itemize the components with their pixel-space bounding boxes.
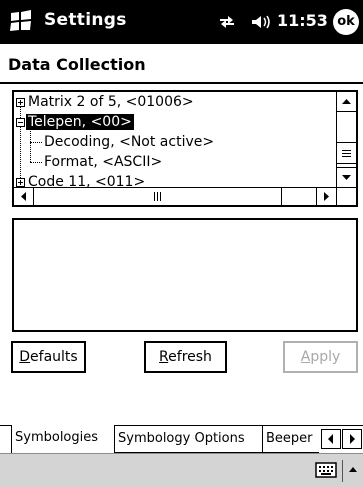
symbology-tree[interactable]: Matrix 2 of 5, <01006> Telepen, <00> Dec…	[12, 90, 358, 207]
tree-item-label: Telepen, <00>	[26, 114, 134, 130]
ok-button[interactable]: ok	[333, 9, 359, 35]
grip-icon	[154, 192, 161, 201]
keyboard-icon[interactable]	[315, 462, 337, 478]
scroll-left-button[interactable]	[14, 188, 34, 205]
refresh-button[interactable]: Refresh	[144, 341, 227, 373]
triangle-right-icon	[350, 434, 355, 444]
heading-divider	[0, 82, 363, 84]
tab-bar: Symbologies Symbology Options Beeper	[0, 425, 363, 453]
vertical-scrollbar[interactable]	[336, 92, 356, 187]
defaults-mnemonic: D	[19, 349, 31, 365]
tab-scroll-left-button[interactable]	[321, 429, 341, 449]
apply-mnemonic: A	[300, 349, 311, 365]
clock[interactable]: 11:53	[277, 11, 328, 30]
connectivity-icon[interactable]	[218, 14, 236, 30]
grip-line	[342, 156, 351, 157]
triangle-down-icon	[342, 175, 351, 180]
horizontal-scroll-thumb[interactable]	[34, 188, 282, 205]
defaults-button[interactable]: Defaults	[11, 341, 86, 373]
tree-rows: Matrix 2 of 5, <01006> Telepen, <00> Dec…	[14, 92, 336, 187]
tree-item-label: Matrix 2 of 5, <01006>	[28, 94, 194, 110]
scroll-up-button[interactable]	[337, 92, 356, 112]
refresh-mnemonic: R	[159, 349, 169, 365]
windows-start-icon[interactable]	[7, 9, 35, 35]
tree-item-decoding[interactable]: Decoding, <Not active>	[42, 132, 216, 152]
tree-item-label: Code 11, <011>	[28, 174, 146, 187]
expand-icon[interactable]	[16, 178, 25, 187]
tree-item-label: Format, <ASCII>	[44, 154, 163, 170]
tab-beeper[interactable]: Beeper	[263, 426, 319, 453]
command-bar-divider	[342, 460, 343, 482]
tree-connector	[30, 142, 42, 143]
tree-item-matrix-2-of-5[interactable]: Matrix 2 of 5, <01006>	[14, 92, 196, 112]
apply-button[interactable]: Apply	[283, 341, 358, 373]
tab-symbology-options[interactable]: Symbology Options	[115, 426, 263, 453]
triangle-right-icon	[324, 192, 329, 201]
grip-line	[342, 153, 351, 154]
horizontal-scrollbar[interactable]	[14, 187, 336, 205]
triangle-left-icon	[21, 192, 26, 201]
tab-scroll-right-button[interactable]	[342, 429, 362, 449]
refresh-label: efresh	[168, 349, 212, 365]
tree-connector	[30, 162, 42, 163]
scroll-thumb[interactable]	[337, 142, 356, 164]
expand-icon[interactable]	[16, 98, 25, 107]
tree-item-format[interactable]: Format, <ASCII>	[42, 152, 164, 172]
triangle-up-icon	[342, 99, 351, 104]
tree-item-label: Decoding, <Not active>	[44, 134, 215, 150]
page-title: Data Collection	[8, 55, 146, 74]
tree-item-code-11[interactable]: Code 11, <011>	[14, 172, 147, 187]
volume-icon[interactable]	[250, 14, 272, 30]
collapse-icon[interactable]	[16, 118, 25, 127]
apply-label: pply	[310, 349, 341, 365]
tab-scroll-arrows	[319, 429, 363, 449]
tree-connector	[30, 127, 31, 162]
command-bar	[0, 453, 363, 487]
title-bar: Settings 11:53 ok	[0, 0, 363, 44]
defaults-label: efaults	[30, 349, 78, 365]
tab-symbologies[interactable]: Symbologies	[11, 425, 115, 453]
triangle-left-icon	[328, 434, 333, 444]
grip-line	[342, 150, 351, 151]
tree-item-telepen[interactable]: Telepen, <00>	[14, 112, 134, 132]
description-box	[12, 218, 358, 332]
app-title: Settings	[44, 10, 127, 30]
scroll-down-button[interactable]	[337, 167, 356, 187]
sip-up-arrow-icon[interactable]	[347, 464, 359, 474]
scrollbar-corner	[336, 187, 356, 205]
scroll-right-button[interactable]	[316, 188, 336, 205]
